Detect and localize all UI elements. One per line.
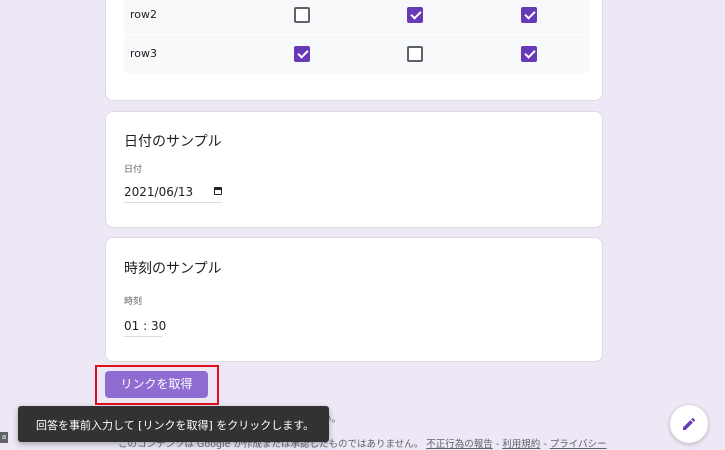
- time-question-card: 時刻のサンプル 時刻 01 : 30: [105, 237, 603, 362]
- toast-message: 回答を事前入力して [リンクを取得] をクリックします。: [36, 419, 315, 432]
- edit-button[interactable]: [670, 405, 708, 443]
- checkbox-grid-card: row2 row3: [105, 0, 603, 101]
- grid-checkbox[interactable]: [294, 46, 310, 62]
- grid-row-label: row3: [130, 47, 158, 60]
- left-edge-tab[interactable]: a: [0, 432, 8, 443]
- privacy-link[interactable]: プライバシー: [550, 439, 607, 450]
- time-input[interactable]: 01 : 30: [124, 319, 166, 333]
- footer-separator: -: [492, 439, 503, 450]
- grid-checkbox[interactable]: [521, 7, 537, 23]
- time-input-underline: [124, 336, 162, 337]
- grid-row: row2: [124, 0, 590, 34]
- question-sub-label: 日付: [124, 165, 143, 175]
- terms-link[interactable]: 利用規約: [502, 439, 540, 450]
- grid-checkbox[interactable]: [521, 46, 537, 62]
- question-sub-label: 時刻: [124, 297, 143, 307]
- grid-checkbox[interactable]: [407, 7, 423, 23]
- pencil-icon: [683, 417, 696, 430]
- grid-row-label: row2: [130, 8, 158, 21]
- toast-notification: 回答を事前入力して [リンクを取得] をクリックします。: [18, 406, 329, 442]
- date-question-card: 日付のサンプル 日付 2021/06/13: [105, 111, 603, 228]
- date-input[interactable]: 2021/06/13: [124, 185, 193, 199]
- question-title: 日付のサンプル: [124, 134, 222, 150]
- grid-checkbox[interactable]: [294, 7, 310, 23]
- grid-row: row3: [124, 35, 590, 73]
- report-abuse-link[interactable]: 不正行為の報告: [426, 439, 493, 450]
- question-title: 時刻のサンプル: [124, 261, 222, 277]
- date-input-underline: [124, 202, 222, 203]
- footer-separator: -: [540, 439, 550, 450]
- calendar-icon[interactable]: [214, 187, 222, 195]
- grid-checkbox[interactable]: [407, 46, 423, 62]
- get-link-button[interactable]: リンクを取得: [105, 371, 208, 398]
